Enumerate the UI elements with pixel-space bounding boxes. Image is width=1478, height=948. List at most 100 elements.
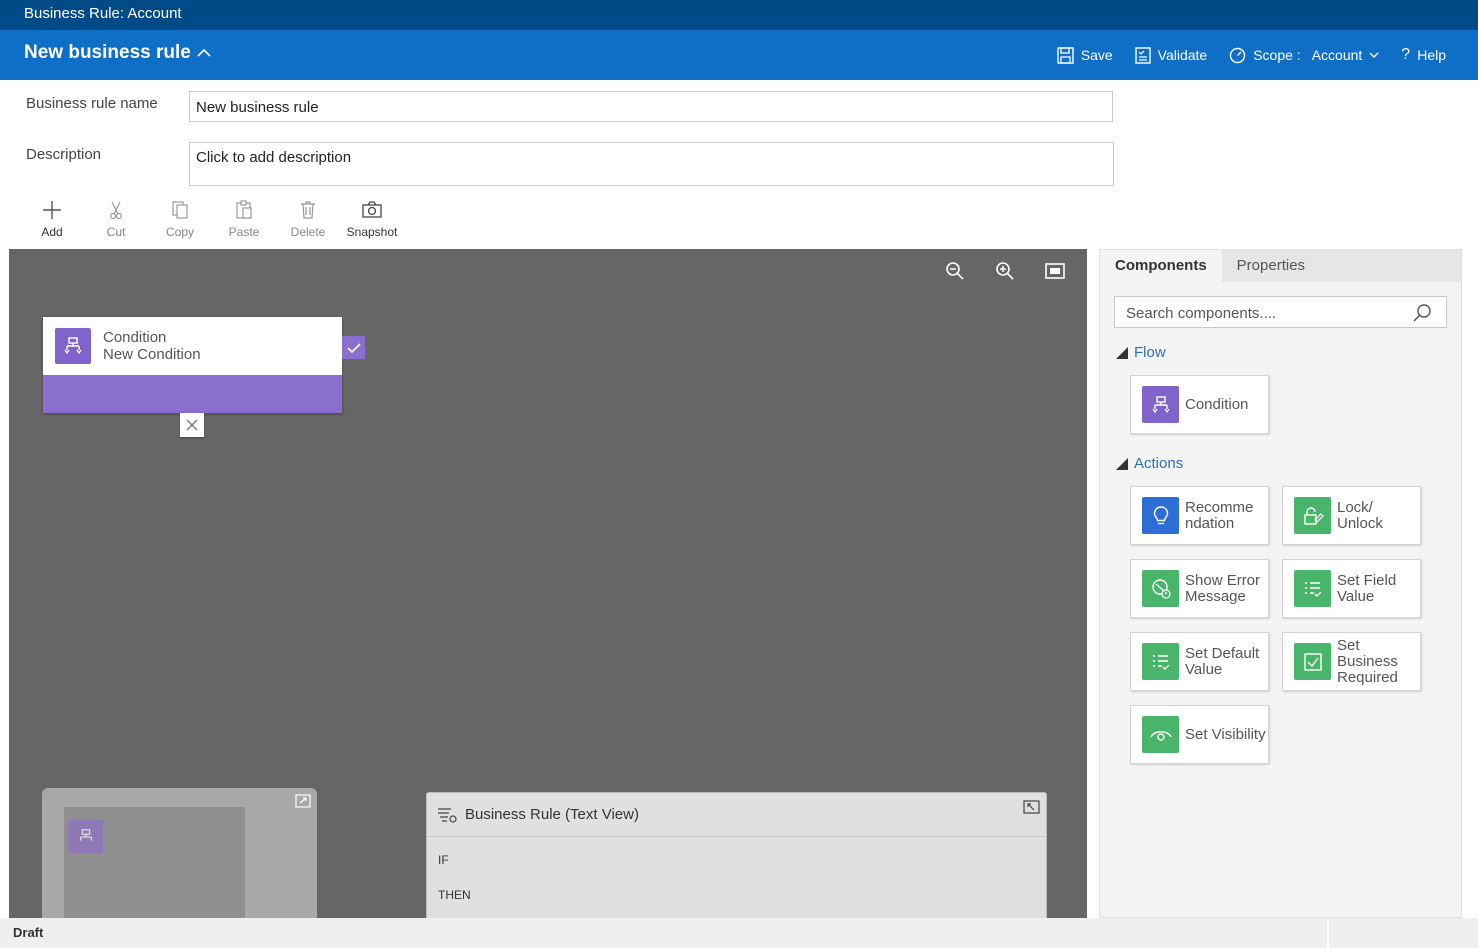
condition-icon (55, 328, 91, 364)
condition-node-type: Condition (103, 329, 167, 346)
cut-label: Cut (106, 225, 126, 239)
minimap-expand-icon[interactable] (295, 794, 311, 808)
search-icon[interactable] (1412, 303, 1432, 323)
paste-button[interactable]: Paste (212, 200, 276, 239)
component-label: Set Default Value (1185, 644, 1260, 678)
search-placeholder: Search components.... (1126, 305, 1277, 322)
component-set-default-value[interactable]: Set Default Value (1130, 632, 1269, 691)
flow-section-header[interactable]: Flow (1116, 344, 1166, 361)
true-branch-connector[interactable] (342, 336, 365, 359)
scissors-icon (109, 201, 123, 220)
component-lock-unlock[interactable]: Lock/ Unlock (1282, 486, 1421, 545)
save-icon (1057, 46, 1074, 64)
add-button[interactable]: Add (20, 200, 84, 239)
component-set-visibility[interactable]: Set Visibility (1130, 705, 1269, 764)
copy-button[interactable]: Copy (148, 200, 212, 239)
component-set-field-value[interactable]: Set Field Value (1282, 559, 1421, 618)
window-title: Business Rule: Account (0, 0, 1478, 30)
validate-label: Validate (1157, 47, 1208, 63)
component-label: Show Error Message (1185, 571, 1261, 605)
plus-icon (43, 201, 61, 219)
delete-button[interactable]: Delete (276, 200, 340, 239)
rule-name-input[interactable]: New business rule (189, 91, 1113, 122)
text-view-panel: Business Rule (Text View) IF THEN (426, 792, 1047, 918)
text-view-icon (438, 807, 457, 823)
collapse-triangle-icon (1116, 457, 1128, 470)
search-components-input[interactable]: Search components.... (1114, 296, 1447, 328)
component-label: Set Field Value (1337, 571, 1397, 605)
rule-title-toggle[interactable]: New business rule (24, 42, 211, 64)
checkmark-icon (346, 342, 361, 353)
false-branch-connector[interactable] (180, 413, 204, 437)
condition-icon (1142, 386, 1179, 423)
lock-unlock-icon (1294, 497, 1331, 534)
delete-label: Delete (290, 225, 326, 239)
minimap-viewport (64, 807, 245, 918)
scope-selector[interactable]: Scope : Account (1229, 47, 1379, 64)
visibility-icon (1142, 716, 1179, 753)
business-required-icon (1294, 643, 1331, 680)
component-label: Set Visibility (1185, 725, 1266, 743)
collapse-triangle-icon (1116, 346, 1128, 359)
snapshot-button[interactable]: Snapshot (340, 200, 404, 239)
command-toolbar: Add Cut Copy Paste Delete Snapshot (20, 200, 404, 239)
scope-label: Scope : (1253, 47, 1301, 63)
description-input[interactable]: Click to add description (189, 142, 1114, 186)
paste-icon (236, 200, 252, 219)
save-button[interactable]: Save (1057, 46, 1113, 64)
component-set-business-required[interactable]: Set Business Required (1282, 632, 1421, 691)
component-show-error-message[interactable]: Show Error Message (1130, 559, 1269, 618)
trash-icon (301, 201, 315, 219)
status-state: Draft (13, 925, 44, 940)
condition-node[interactable]: Condition New Condition (43, 317, 342, 413)
validate-button[interactable]: Validate (1134, 46, 1208, 64)
component-label: Set Business Required (1337, 636, 1398, 686)
components-panel: Components Properties Search components.… (1099, 249, 1462, 918)
help-label: Help (1417, 47, 1446, 63)
component-recommendation[interactable]: Recomme ndation (1130, 486, 1269, 545)
validate-icon (1134, 46, 1151, 64)
rule-name-label: Business rule name (26, 95, 158, 112)
text-view-expand-icon[interactable] (1023, 800, 1040, 814)
component-condition[interactable]: Condition (1130, 375, 1269, 434)
question-icon: ? (1401, 46, 1411, 63)
zoom-out-icon[interactable] (945, 261, 965, 281)
error-message-icon (1142, 570, 1179, 607)
condition-node-footer (43, 375, 342, 413)
text-view-then: THEN (438, 888, 471, 902)
copy-icon (172, 201, 188, 219)
tab-components[interactable]: Components (1100, 250, 1222, 282)
text-view-title: Business Rule (Text View) (465, 806, 639, 823)
rule-title: New business rule (24, 42, 191, 63)
status-divider (1327, 918, 1329, 948)
set-field-value-icon (1294, 570, 1331, 607)
actions-section-header[interactable]: Actions (1116, 455, 1183, 472)
minimap-panel[interactable] (42, 788, 317, 918)
scope-value: Account (1311, 47, 1363, 63)
designer-canvas[interactable]: Condition New Condition Business Rule (T… (9, 249, 1087, 918)
help-button[interactable]: ? Help (1401, 46, 1446, 64)
minimap-condition-icon (68, 820, 103, 853)
zoom-controls (945, 261, 1065, 281)
add-label: Add (41, 225, 63, 239)
scope-icon (1230, 47, 1246, 63)
zoom-in-icon[interactable] (995, 261, 1015, 281)
snapshot-label: Snapshot (346, 225, 398, 239)
lightbulb-icon (1142, 497, 1179, 534)
set-default-value-icon (1142, 643, 1179, 680)
component-label: Lock/ Unlock (1337, 498, 1383, 532)
header-bar: New business rule Save Validate Scope : … (0, 30, 1478, 80)
condition-node-name: New Condition (103, 346, 201, 363)
description-label: Description (26, 146, 102, 163)
fit-to-screen-icon[interactable] (1045, 261, 1065, 281)
save-label: Save (1080, 47, 1113, 63)
status-bar: Draft (0, 918, 1478, 948)
cut-button[interactable]: Cut (84, 200, 148, 239)
flow-section-title: Flow (1134, 344, 1166, 361)
close-icon (186, 419, 198, 431)
actions-section-title: Actions (1134, 455, 1184, 472)
copy-label: Copy (165, 225, 194, 239)
text-view-if: IF (438, 853, 449, 867)
tab-properties[interactable]: Properties (1222, 250, 1320, 282)
camera-icon (362, 201, 382, 218)
